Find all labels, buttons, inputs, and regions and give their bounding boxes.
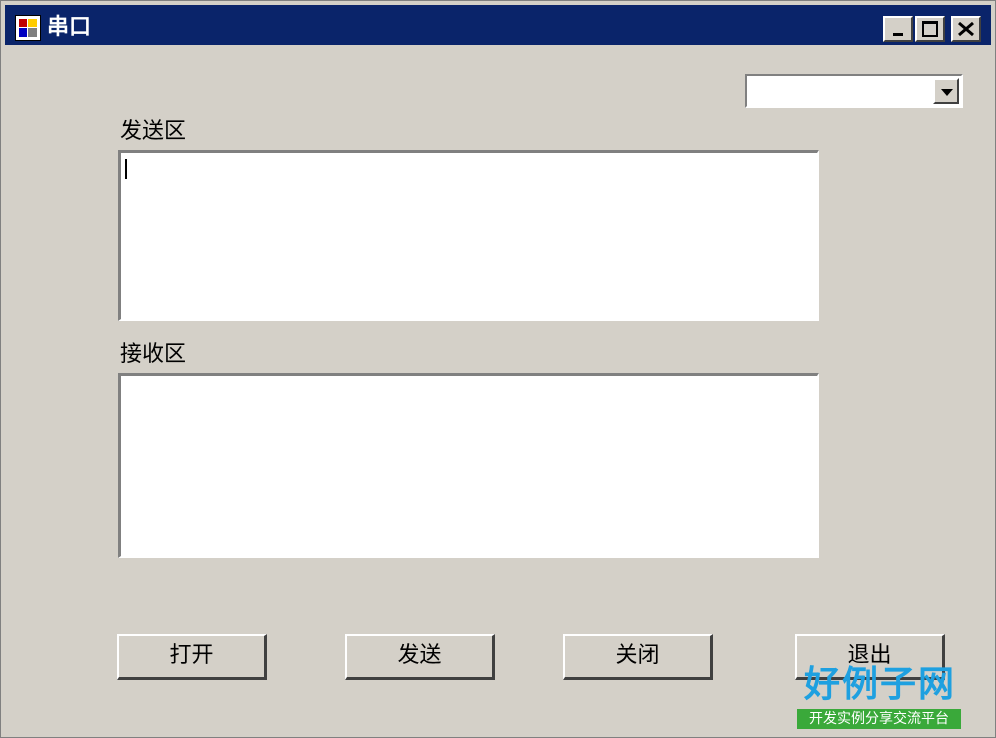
watermark-logo: 好例子网 开发实例分享交流平台	[797, 663, 963, 731]
port-select[interactable]	[745, 74, 963, 108]
close-button[interactable]	[951, 16, 981, 42]
title-bar[interactable]: 串口	[5, 5, 991, 45]
minimize-button[interactable]	[883, 16, 913, 42]
watermark-title: 好例子网	[803, 664, 956, 705]
receive-area-label: 接收区	[120, 342, 187, 367]
text-caret	[125, 159, 127, 179]
watermark-subtitle: 开发实例分享交流平台	[797, 709, 961, 729]
close-icon	[958, 21, 974, 37]
app-icon	[15, 15, 41, 41]
maximize-button[interactable]	[915, 16, 945, 42]
minimize-icon	[893, 33, 903, 36]
close-port-button[interactable]: 关闭	[563, 634, 713, 680]
open-button[interactable]: 打开	[117, 634, 267, 680]
receive-textbox[interactable]	[118, 373, 819, 558]
window-title: 串口	[47, 15, 92, 40]
port-select-dropdown-button[interactable]	[933, 78, 959, 104]
send-area-label: 发送区	[120, 119, 187, 144]
maximize-icon	[922, 21, 938, 37]
send-textbox[interactable]	[118, 150, 819, 321]
chevron-down-icon	[941, 89, 953, 96]
send-button[interactable]: 发送	[345, 634, 495, 680]
serial-port-window: 串口 发送区 接收区 打开 发送 关闭 退出 好例子网 开发实例分享交流平台	[0, 0, 996, 738]
